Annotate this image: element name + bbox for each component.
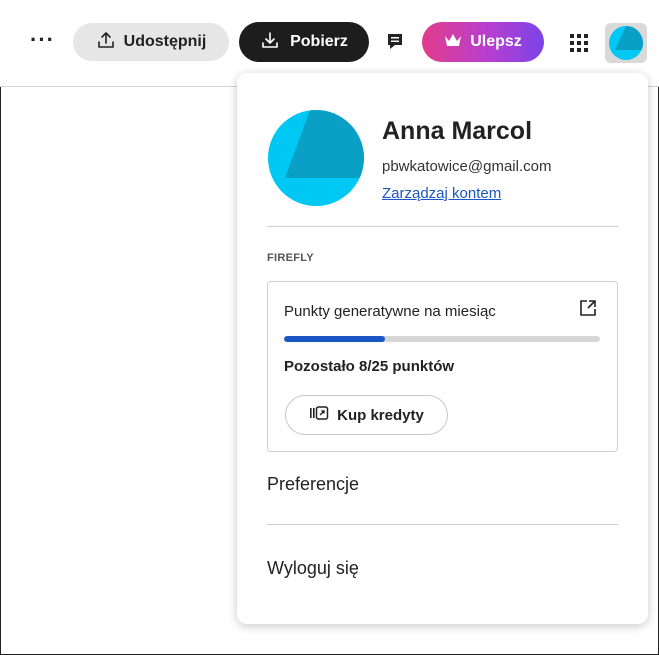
download-icon (260, 30, 280, 55)
manage-account-link[interactable]: Zarządzaj kontem (382, 185, 501, 202)
logout-menu-item[interactable]: Wyloguj się (267, 558, 359, 579)
avatar-button[interactable] (605, 23, 647, 63)
firefly-section-label: FIREFLY (267, 252, 314, 264)
divider (267, 524, 618, 525)
credits-icon (309, 405, 329, 425)
more-options-button[interactable]: ··· (30, 29, 55, 51)
user-name: Anna Marcol (382, 117, 533, 145)
apps-grid-icon[interactable] (569, 33, 589, 58)
credits-card: Punkty generatywne na miesiąc Pozostało … (267, 281, 618, 452)
upgrade-label: Ulepsz (470, 33, 522, 50)
buy-credits-button[interactable]: Kup kredyty (285, 395, 448, 435)
comment-icon[interactable] (386, 32, 404, 57)
crown-icon (444, 33, 462, 52)
divider (267, 226, 618, 227)
external-link-icon[interactable] (579, 299, 597, 322)
upgrade-button[interactable]: Ulepsz (422, 22, 544, 62)
share-icon (96, 30, 116, 55)
credits-title: Punkty generatywne na miesiąc (284, 303, 496, 320)
download-button[interactable]: Pobierz (239, 22, 369, 62)
share-label: Udostępnij (123, 33, 207, 50)
avatar (609, 26, 643, 60)
account-dropdown-panel: Anna Marcol pbwkatowice@gmail.com Zarząd… (237, 73, 648, 624)
profile-avatar (268, 110, 364, 206)
share-button[interactable]: Udostępnij (73, 23, 229, 61)
user-email: pbwkatowice@gmail.com (382, 158, 552, 175)
credits-progress-bar (284, 336, 600, 342)
preferences-menu-item[interactable]: Preferencje (267, 474, 359, 495)
buy-credits-label: Kup kredyty (337, 406, 424, 424)
credits-progress-fill (284, 336, 386, 342)
remaining-credits: Pozostało 8/25 punktów (284, 358, 455, 375)
download-label: Pobierz (290, 33, 348, 50)
